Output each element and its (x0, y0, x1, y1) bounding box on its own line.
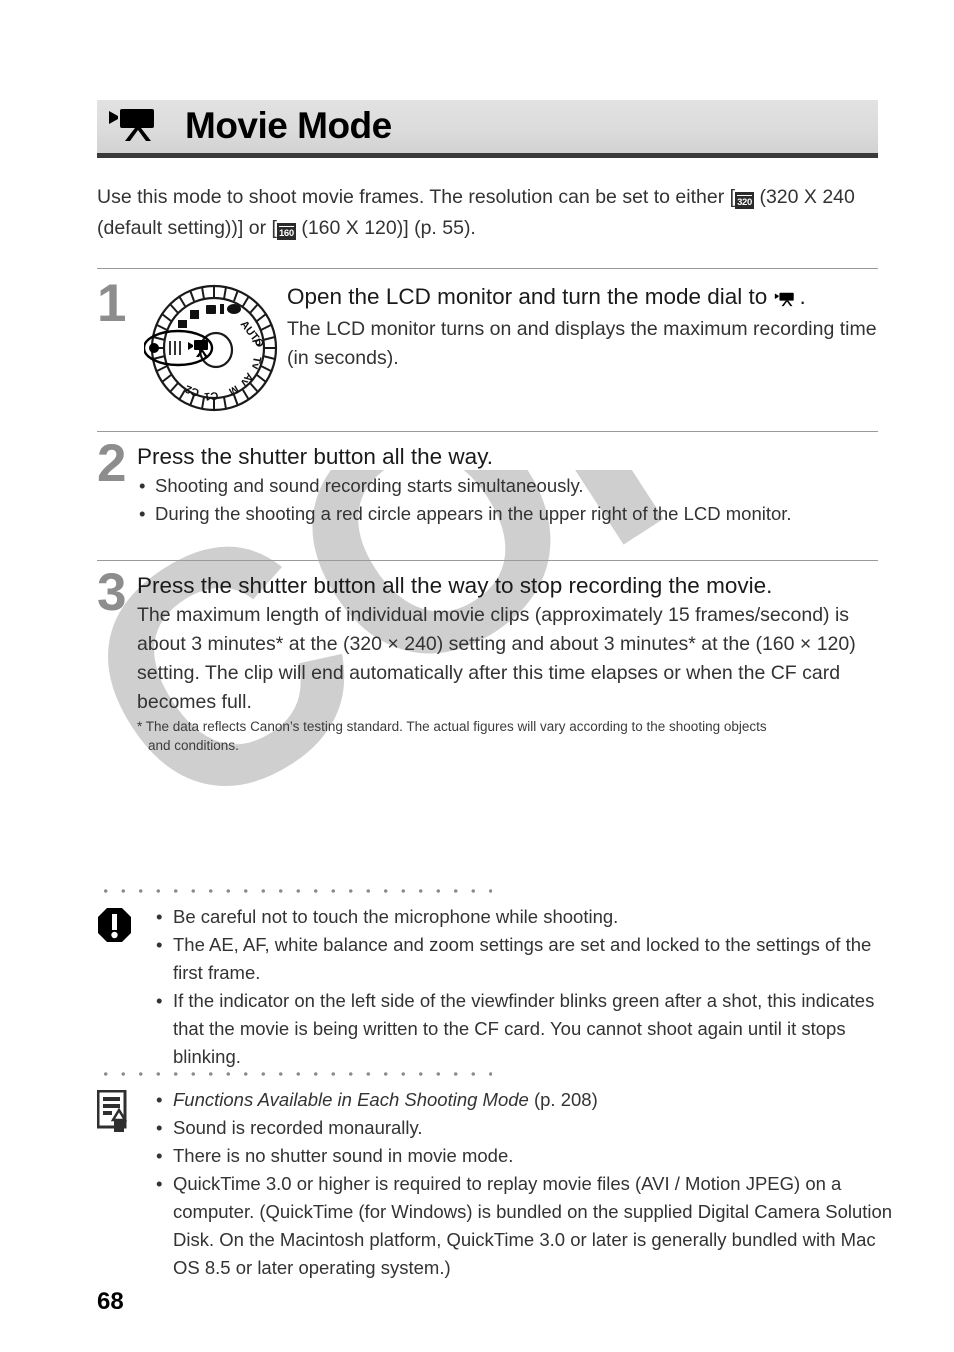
step-3-footnote: * The data reflects Canon’s testing stan… (137, 717, 878, 755)
step-3-description: The maximum length of individual movie c… (137, 604, 856, 713)
resolution-320-label: 320 (737, 195, 753, 210)
resolution-160-icon: 160 (276, 223, 296, 241)
caution-block: Be careful not to touch the microphone w… (97, 903, 897, 1071)
intro-paragraph: Use this mode to shoot movie frames. The… (97, 182, 878, 244)
movie-camera-icon (774, 285, 800, 315)
footnote-line-2: and conditions. (148, 738, 239, 753)
list-item: The AE, AF, white balance and zoom setti… (154, 931, 897, 987)
notes-block: Functions Available in Each Shooting Mod… (96, 1086, 897, 1282)
note-reference-page: (p. 208) (528, 1089, 598, 1110)
step-1: 1 AUTO P Tv Av M C1 C2 Open the LCD moni… (97, 274, 878, 412)
resolution-320-icon: 320 (735, 192, 755, 210)
svg-text:C1: C1 (204, 389, 219, 402)
step-2: 2 Press the shutter button all the way. … (97, 434, 878, 528)
list-item: Functions Available in Each Shooting Mod… (154, 1086, 897, 1114)
step-1-number: 1 (97, 274, 127, 333)
step-1-heading-part2: . (799, 284, 806, 309)
list-item: Be careful not to touch the microphone w… (154, 903, 897, 931)
list-item: If the indicator on the left side of the… (154, 987, 897, 1071)
footnote-line-1: * The data reflects Canon’s testing stan… (137, 719, 767, 734)
page-number: 68 (97, 1288, 124, 1315)
step-1-heading-part1: Open the LCD monitor and turn the mode d… (287, 284, 774, 309)
note-reference-title: Functions Available in Each Shooting Mod… (173, 1089, 529, 1110)
caution-exclamation-icon (97, 903, 154, 1071)
notes-list: Functions Available in Each Shooting Mod… (154, 1086, 897, 1282)
step-2-bullets: Shooting and sound recording starts simu… (137, 472, 878, 528)
step-divider-2 (97, 431, 878, 432)
page-header-banner: Movie Mode (97, 100, 878, 158)
list-item: QuickTime 3.0 or higher is required to r… (154, 1170, 897, 1282)
page-title: Movie Mode (185, 104, 392, 146)
list-item: Shooting and sound recording starts simu… (137, 472, 878, 500)
resolution-160-label: 160 (278, 226, 294, 241)
step-divider-1 (97, 268, 878, 269)
mode-dial-illustration: AUTO P Tv Av M C1 C2 (137, 282, 287, 412)
caution-list: Be careful not to touch the microphone w… (154, 903, 897, 1071)
notes-dotted-divider (97, 1071, 492, 1077)
step-3-number: 3 (97, 563, 127, 622)
intro-text-part1: Use this mode to shoot movie frames. The… (97, 186, 736, 208)
step-divider-3 (97, 560, 878, 561)
step-2-number: 2 (97, 434, 127, 493)
list-item: During the shooting a red circle appears… (137, 500, 878, 528)
list-item: Sound is recorded monaurally. (154, 1114, 897, 1142)
caution-dotted-divider (97, 888, 492, 894)
list-item: There is no shutter sound in movie mode. (154, 1142, 897, 1170)
step-1-description: The LCD monitor turns on and displays th… (287, 318, 877, 369)
step-3: 3 Press the shutter button all the way t… (97, 563, 878, 755)
movie-camera-icon (107, 107, 169, 146)
svg-text:Tv: Tv (249, 355, 263, 371)
svg-text:C2: C2 (184, 382, 201, 398)
note-pencil-icon (96, 1086, 154, 1282)
step-1-heading: Open the LCD monitor and turn the mode d… (287, 282, 878, 315)
step-2-heading: Press the shutter button all the way. (137, 444, 494, 469)
step-3-heading: Press the shutter button all the way to … (137, 573, 773, 598)
intro-text-part3: (160 X 120)] (p. 55). (295, 217, 476, 239)
